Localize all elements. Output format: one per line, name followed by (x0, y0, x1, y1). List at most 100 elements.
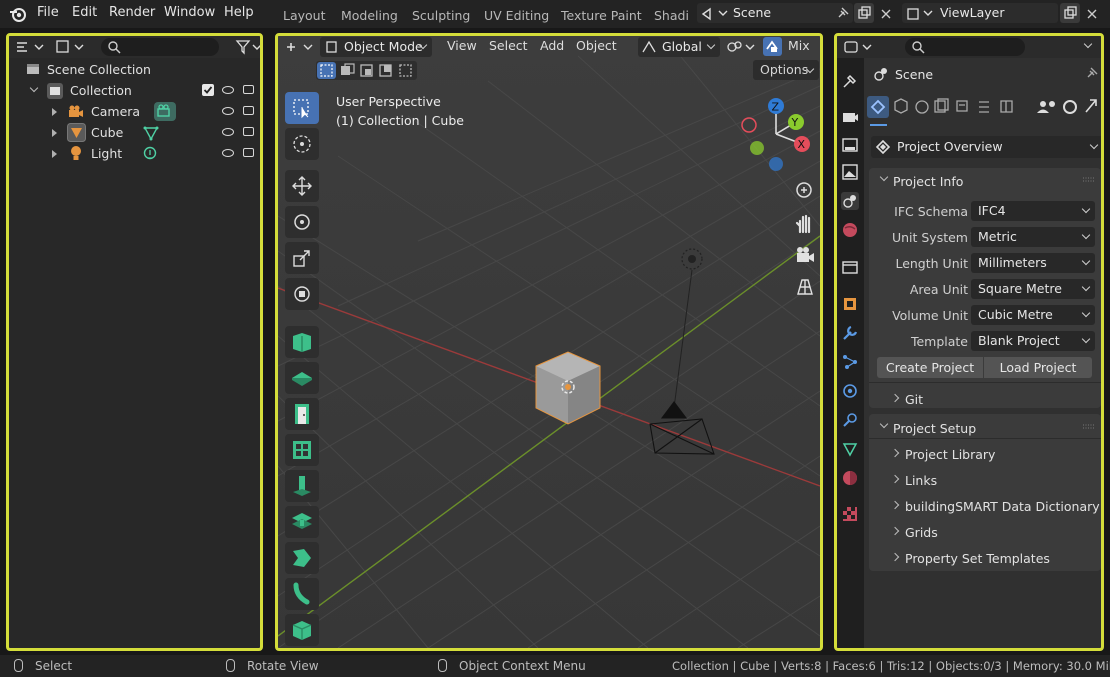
ortho-grid-icon[interactable] (794, 276, 816, 298)
tab-material[interactable] (841, 469, 859, 487)
pan-hand-icon[interactable] (794, 212, 816, 234)
expand-arrow-icon[interactable] (29, 83, 39, 93)
menu-render[interactable]: Render (109, 5, 155, 20)
camera-view-icon[interactable] (794, 244, 816, 266)
expand-arrow-icon[interactable] (52, 129, 57, 137)
ifc-door-tool[interactable] (285, 398, 319, 430)
outliner-row-cube[interactable]: Cube (9, 122, 260, 143)
ifc-duct-tool[interactable] (285, 578, 319, 610)
tab-modeling[interactable]: Modeling (341, 8, 398, 23)
ifc-member-tool[interactable] (285, 542, 319, 574)
options-dropdown[interactable]: Options (753, 60, 819, 80)
tab-constraints[interactable] (841, 411, 859, 429)
ifc-slab-tool[interactable] (285, 362, 319, 394)
close-icon[interactable] (880, 8, 892, 20)
cube-object[interactable] (535, 351, 601, 425)
drag-handle-icon[interactable] (1083, 424, 1095, 430)
drag-handle-icon[interactable] (1083, 177, 1095, 183)
ifc-beam-tool[interactable] (285, 506, 319, 538)
tab-output[interactable] (841, 136, 859, 154)
select-box-tool[interactable] (285, 92, 319, 124)
menu-window[interactable]: Window (164, 5, 215, 20)
snap-toggle[interactable] (763, 37, 782, 56)
create-project-button[interactable]: Create Project (877, 357, 983, 378)
unit-system-dropdown[interactable]: Metric (971, 227, 1095, 247)
eye-icon[interactable] (222, 86, 234, 94)
viewport-editor[interactable]: Object Mode View Select Add Object Globa… (275, 33, 823, 651)
render-camera-icon[interactable] (243, 127, 254, 136)
volume-unit-dropdown[interactable]: Cubic Metre (971, 305, 1095, 325)
eye-icon[interactable] (222, 149, 234, 157)
pivot-icon[interactable] (726, 39, 756, 55)
close-icon[interactable] (1086, 8, 1098, 20)
eye-icon[interactable] (222, 107, 234, 115)
transform-tool[interactable] (285, 278, 319, 310)
tab-particles[interactable] (841, 353, 859, 371)
tab-modifiers[interactable] (841, 324, 859, 342)
ifc-object-tool[interactable] (285, 614, 319, 646)
expand-arrow-icon[interactable] (52, 150, 57, 158)
move-tool[interactable] (285, 170, 319, 202)
project-library-item[interactable]: Project Library (905, 447, 995, 462)
tab-scene[interactable] (841, 192, 859, 210)
outliner-row-collection[interactable]: Collection (9, 80, 260, 101)
tab-uv-editing[interactable]: UV Editing (484, 8, 549, 23)
bsdd-item[interactable]: buildingSMART Data Dictionary (905, 499, 1100, 514)
zoom-icon[interactable] (794, 180, 816, 202)
tab-tool[interactable] (841, 72, 859, 90)
properties-search-input[interactable] (905, 38, 1025, 56)
tab-physics[interactable] (841, 382, 859, 400)
menu-object[interactable]: Object (576, 38, 617, 53)
project-setup-title[interactable]: Project Setup (893, 421, 976, 436)
project-info-title[interactable]: Project Info (893, 174, 963, 189)
filter-icon[interactable] (235, 39, 263, 55)
blender-logo-icon[interactable] (9, 5, 27, 23)
grids-item[interactable]: Grids (905, 525, 938, 540)
tab-object[interactable] (841, 295, 859, 313)
menu-edit[interactable]: Edit (72, 5, 97, 20)
editor-type-icon[interactable] (843, 39, 873, 55)
new-scene-button[interactable] (854, 3, 874, 23)
menu-view[interactable]: View (447, 38, 477, 53)
template-dropdown[interactable]: Blank Project (971, 331, 1095, 351)
outliner-row-light[interactable]: Light (9, 143, 260, 164)
tab-world[interactable] (841, 221, 859, 239)
editor-type-icon[interactable] (15, 39, 45, 55)
length-unit-dropdown[interactable]: Millimeters (971, 253, 1095, 273)
camera-data-badge[interactable] (154, 102, 176, 121)
ifc-wall-tool[interactable] (285, 326, 319, 358)
property-set-templates-item[interactable]: Property Set Templates (905, 551, 1050, 566)
git-subpanel-title[interactable]: Git (905, 392, 923, 407)
checkbox-icon[interactable] (202, 84, 214, 96)
pin-icon[interactable] (836, 6, 850, 20)
tab-render[interactable] (841, 107, 859, 125)
tab-view-layer[interactable] (841, 163, 859, 181)
render-camera-icon[interactable] (243, 106, 254, 115)
outliner-row-scene-collection[interactable]: Scene Collection (9, 59, 260, 80)
outliner-row-camera[interactable]: Camera (9, 101, 260, 122)
expand-arrow-icon[interactable] (52, 108, 57, 116)
tab-texture[interactable] (841, 505, 859, 523)
display-mode-icon[interactable] (55, 39, 85, 55)
eye-icon[interactable] (222, 128, 234, 136)
tab-collection[interactable] (841, 258, 859, 276)
render-camera-icon[interactable] (243, 148, 254, 157)
links-item[interactable]: Links (905, 473, 937, 488)
menu-add[interactable]: Add (540, 38, 564, 53)
tab-texture-paint[interactable]: Texture Paint (561, 8, 642, 23)
chevron-down-icon[interactable] (1083, 39, 1093, 49)
outliner-search-input[interactable] (101, 38, 219, 56)
rotate-tool[interactable] (285, 206, 319, 238)
project-overview-dropdown[interactable]: Project Overview (871, 136, 1101, 158)
light-data-icon[interactable] (142, 146, 158, 162)
pin-icon[interactable] (1085, 66, 1099, 80)
new-view-layer-button[interactable] (1060, 3, 1080, 23)
mesh-data-icon[interactable] (143, 125, 159, 141)
editor-type-icon[interactable] (284, 39, 314, 55)
tab-layout[interactable]: Layout (283, 8, 326, 23)
ifc-column-tool[interactable] (285, 470, 319, 502)
area-unit-dropdown[interactable]: Square Metre (971, 279, 1095, 299)
tab-shading[interactable]: Shadi (654, 8, 689, 23)
scale-tool[interactable] (285, 242, 319, 274)
render-camera-icon[interactable] (243, 85, 254, 94)
